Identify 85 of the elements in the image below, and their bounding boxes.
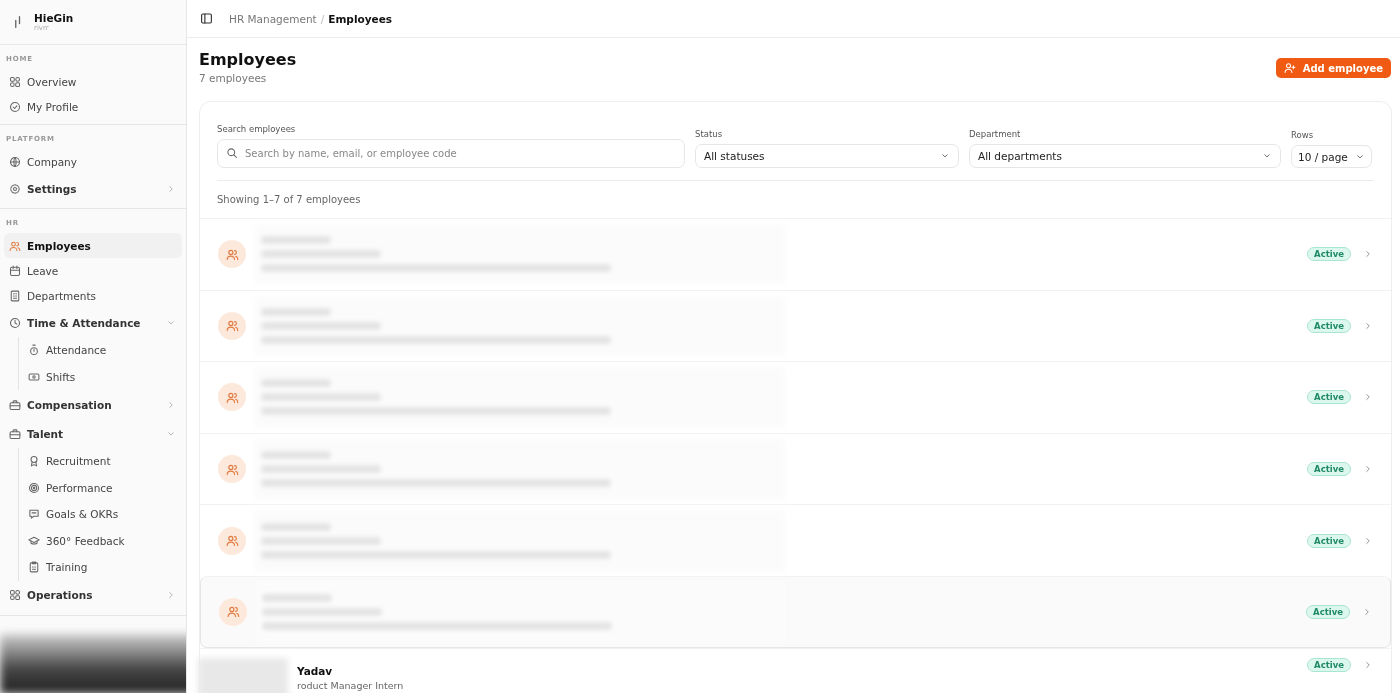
award-icon <box>28 455 40 468</box>
nav-item[interactable]: Performance <box>23 474 182 501</box>
chevron-right-icon <box>1363 535 1373 546</box>
nav-item[interactable]: Leave <box>4 258 182 283</box>
page-title: Employees <box>199 50 297 69</box>
target-icon <box>28 481 40 494</box>
breadcrumb-link[interactable]: HR Management <box>229 12 317 25</box>
chevron-right-icon <box>166 183 176 194</box>
search-icon <box>226 147 238 159</box>
nav-item[interactable]: Recruitment <box>23 448 182 475</box>
nav-item[interactable]: Shifts <box>23 363 182 390</box>
users-icon <box>226 605 240 619</box>
users-icon <box>225 534 239 548</box>
nav-item[interactable]: My Profile <box>4 94 182 119</box>
clipboard-icon <box>28 561 40 574</box>
employee-row[interactable]: Active <box>200 361 1391 433</box>
chevron-right-icon <box>1363 249 1373 260</box>
results-count: Showing 1–7 of 7 employees <box>217 193 362 207</box>
gear-icon <box>9 182 21 195</box>
grid-icon <box>9 589 21 601</box>
calendar-icon <box>9 264 21 277</box>
chevron-right-icon <box>1363 659 1373 670</box>
chevron-right-icon <box>1363 464 1373 475</box>
user-plus-icon <box>1283 62 1296 74</box>
dropdown[interactable]: 10 / page <box>1291 145 1372 168</box>
nav-item[interactable]: Training <box>23 554 182 581</box>
field-label: Rows <box>1291 130 1315 140</box>
status-badge: Active <box>1307 390 1351 405</box>
status-badge: Active <box>1307 462 1351 477</box>
employee-row[interactable]: Yadav roduct Manager Intern Active <box>200 647 1391 693</box>
users-icon <box>225 391 239 404</box>
graduation-cap-icon <box>28 534 40 547</box>
dropdown[interactable]: All statuses <box>695 144 959 168</box>
status-badge: Active <box>1306 604 1350 619</box>
status-badge: Active <box>1307 318 1351 333</box>
employee-row[interactable]: Active <box>200 504 1391 576</box>
users-icon <box>225 319 239 333</box>
briefcase-icon <box>9 427 21 440</box>
employee-name: Yadav <box>297 664 334 677</box>
nav-item[interactable]: Company <box>4 149 182 174</box>
chevron-right-icon <box>1362 606 1372 617</box>
chevron-right-icon <box>1363 320 1373 331</box>
globe-icon <box>9 155 21 168</box>
stopwatch-icon <box>28 344 40 357</box>
briefcase-icon <box>9 398 21 411</box>
grid-icon <box>9 75 21 88</box>
check-circle-icon <box>9 100 21 113</box>
field-label: Search employees <box>217 124 297 134</box>
employee-row[interactable]: Active <box>200 289 1391 362</box>
employee-row[interactable]: Active <box>200 218 1391 290</box>
nav-item[interactable]: Overview <box>4 69 182 94</box>
chevron-right-icon <box>1363 392 1373 403</box>
status-badge: Active <box>1307 533 1351 548</box>
employee-row[interactable]: Active <box>200 432 1391 505</box>
nav-item[interactable]: Employees <box>4 233 182 258</box>
employee-count: 7 employees <box>199 72 268 84</box>
users-icon <box>225 462 239 476</box>
employee-row[interactable]: Active <box>200 575 1391 648</box>
nav-item[interactable]: Goals & OKRs <box>23 501 182 528</box>
banknote-icon <box>28 370 40 383</box>
nav-item[interactable]: 360° Feedback <box>23 527 182 554</box>
dropdown[interactable]: All departments <box>969 144 1281 168</box>
message-icon <box>28 508 40 521</box>
nav-item[interactable]: Departments <box>4 283 182 308</box>
nav-group[interactable]: Settings <box>4 174 182 203</box>
chevron-right-icon <box>166 590 176 600</box>
building-icon <box>9 289 21 302</box>
users-icon <box>225 247 239 261</box>
field-label: Department <box>969 129 1022 139</box>
sidebar-toggle-icon <box>200 12 213 25</box>
nav-group[interactable]: Time & Attendance <box>4 308 182 337</box>
nav-group[interactable]: Talent <box>4 419 182 448</box>
search-field[interactable]: Search by name, email, or employee code <box>217 139 685 168</box>
users-icon <box>9 239 21 252</box>
status-badge: Active <box>1307 247 1351 262</box>
status-badge: Active <box>1307 657 1351 672</box>
nav-item[interactable]: Attendance <box>23 337 182 364</box>
nav-group[interactable]: Compensation <box>4 390 182 419</box>
breadcrumb-separator: / <box>320 12 325 25</box>
employee-role: roduct Manager Intern <box>297 679 404 691</box>
clock-icon <box>9 316 21 329</box>
brand-name: HieGin <box>34 12 74 24</box>
field-label: Status <box>695 129 724 139</box>
chevron-right-icon <box>166 399 176 410</box>
nav-group[interactable]: Operations <box>4 580 182 610</box>
